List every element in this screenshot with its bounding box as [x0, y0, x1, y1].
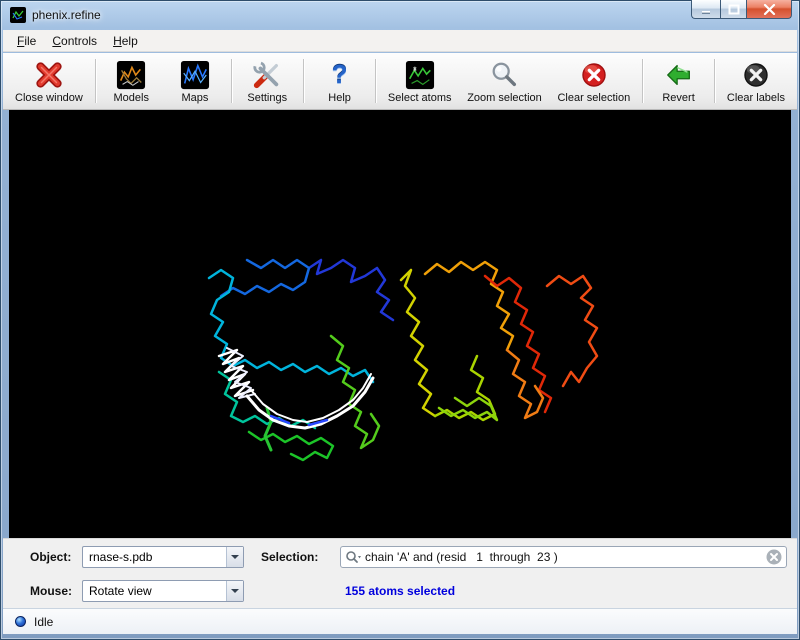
- window-controls: [691, 0, 792, 19]
- menu-help[interactable]: Help: [105, 31, 146, 51]
- toolbar-separator: [95, 59, 96, 103]
- revert-icon: [664, 59, 694, 91]
- clear-selection-icon: [579, 59, 609, 91]
- mouse-dropdown-value: Rotate view: [83, 584, 226, 598]
- selection-value[interactable]: chain 'A' and (resid 1 through 23 ): [365, 550, 762, 564]
- toolbar-separator: [375, 59, 376, 103]
- toolbar-separator: [714, 59, 715, 103]
- toolbar-label: Clear labels: [727, 92, 785, 104]
- close-icon: [763, 4, 776, 15]
- toolbar-label: Revert: [662, 92, 694, 104]
- toolbar-label: Models: [113, 92, 148, 104]
- molecule-svg: [9, 110, 791, 538]
- object-dropdown[interactable]: rnase-s.pdb: [82, 546, 244, 568]
- models-icon: [116, 59, 146, 91]
- clear-field-icon[interactable]: [766, 549, 782, 565]
- maps-icon: [180, 59, 210, 91]
- select-atoms-icon: [405, 59, 435, 91]
- toolbar-revert-button[interactable]: Revert: [651, 57, 707, 106]
- selection-label: Selection:: [261, 550, 318, 564]
- toolbar-separator: [231, 59, 232, 103]
- atoms-selected-text: 155 atoms selected: [345, 584, 455, 598]
- menu-file[interactable]: File: [9, 31, 44, 51]
- toolbar-label: Maps: [181, 92, 208, 104]
- toolbar-maps-button[interactable]: Maps: [167, 57, 223, 106]
- zoom-selection-icon: [489, 59, 519, 91]
- toolbar-clear-labels-button[interactable]: Clear labels: [723, 57, 789, 106]
- toolbar-help-button[interactable]: ? Help: [312, 57, 368, 106]
- toolbar-label: Settings: [247, 92, 287, 104]
- status-bar: Idle: [3, 608, 797, 634]
- toolbar-separator: [642, 59, 643, 103]
- settings-icon: [252, 59, 282, 91]
- object-dropdown-arrow-icon[interactable]: [226, 547, 243, 567]
- help-icon: ?: [332, 59, 348, 91]
- title-bar[interactable]: phenix.refine: [0, 0, 800, 30]
- toolbar-zoom-selection-button[interactable]: Zoom selection: [463, 57, 546, 106]
- toolbar-label: Clear selection: [557, 92, 630, 104]
- status-text: Idle: [34, 615, 53, 629]
- minimize-button[interactable]: [691, 0, 720, 19]
- molecule-viewport[interactable]: [9, 110, 791, 538]
- clear-labels-icon: [741, 59, 771, 91]
- close-button[interactable]: [747, 0, 792, 19]
- minimize-icon: [700, 4, 712, 14]
- toolbar-models-button[interactable]: Models: [103, 57, 159, 106]
- toolbar-separator: [303, 59, 304, 103]
- window-title: phenix.refine: [32, 8, 101, 22]
- controls-panel: Object: rnase-s.pdb Selection: chain 'A'…: [3, 538, 797, 608]
- maximize-icon: [728, 4, 740, 15]
- mouse-dropdown[interactable]: Rotate view: [82, 580, 244, 602]
- toolbar-select-atoms-button[interactable]: Select atoms: [384, 57, 456, 106]
- toolbar-label: Zoom selection: [467, 92, 542, 104]
- toolbar-close-window-button[interactable]: Close window: [11, 57, 87, 106]
- search-icon[interactable]: [345, 550, 361, 564]
- menu-controls[interactable]: Controls: [44, 31, 105, 51]
- object-label: Object:: [30, 550, 71, 564]
- close-window-icon: [34, 59, 64, 91]
- app-icon: [10, 7, 26, 23]
- toolbar-settings-button[interactable]: Settings: [239, 57, 295, 106]
- mouse-dropdown-arrow-icon[interactable]: [226, 581, 243, 601]
- menu-bar: File Controls Help: [3, 30, 797, 52]
- mouse-label: Mouse:: [30, 584, 72, 598]
- toolbar-label: Select atoms: [388, 92, 452, 104]
- toolbar-label: Close window: [15, 92, 83, 104]
- status-led-icon: [15, 616, 26, 627]
- toolbar: Close window Models Maps Settings ?: [3, 53, 797, 110]
- selection-input[interactable]: chain 'A' and (resid 1 through 23 ): [340, 546, 787, 568]
- toolbar-label: Help: [328, 92, 351, 104]
- object-dropdown-value: rnase-s.pdb: [83, 550, 226, 564]
- toolbar-clear-selection-button[interactable]: Clear selection: [553, 57, 634, 106]
- maximize-button[interactable]: [720, 0, 747, 19]
